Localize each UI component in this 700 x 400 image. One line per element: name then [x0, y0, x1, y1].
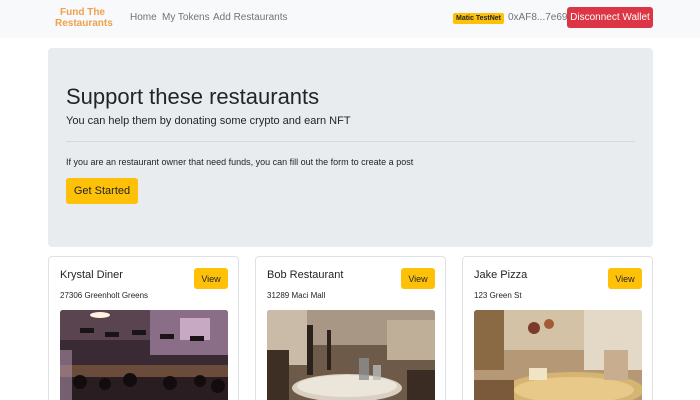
- network-badge: Matic TestNet: [453, 13, 504, 24]
- hero-note: If you are an restaurant owner that need…: [66, 157, 414, 167]
- restaurant-card: Jake Pizza View 123 Green St: [462, 256, 653, 400]
- navbar: Fund The Restaurants Home My Tokens Add …: [0, 0, 700, 38]
- restaurant-address: 27306 Greenholt Greens: [60, 291, 149, 300]
- restaurant-address: 123 Green St: [474, 291, 522, 300]
- view-button[interactable]: View: [608, 268, 642, 289]
- nav-link-add-restaurants[interactable]: Add Restaurants: [213, 12, 288, 23]
- view-button[interactable]: View: [194, 268, 228, 289]
- restaurant-name: Krystal Diner: [60, 269, 123, 281]
- get-started-button[interactable]: Get Started: [66, 178, 138, 204]
- restaurant-address: 31289 Maci Mall: [267, 291, 326, 300]
- wallet-address: 0xAF8...7e69f: [508, 12, 571, 23]
- hero-title: Support these restaurants: [66, 84, 320, 109]
- hero-jumbotron: Support these restaurants You can help t…: [48, 48, 653, 247]
- restaurant-name: Jake Pizza: [474, 269, 528, 281]
- nav-link-my-tokens[interactable]: My Tokens: [162, 12, 210, 23]
- restaurant-photo: [474, 310, 642, 400]
- view-button[interactable]: View: [401, 268, 435, 289]
- hero-lead: You can help them by donating some crypt…: [66, 115, 351, 127]
- nav-link-home[interactable]: Home: [130, 12, 157, 23]
- restaurant-name: Bob Restaurant: [267, 269, 344, 281]
- brand-logo[interactable]: Fund The Restaurants: [55, 7, 113, 29]
- restaurant-card: Krystal Diner View 27306 Greenholt Green…: [48, 256, 239, 400]
- restaurant-photo: [60, 310, 228, 400]
- hero-divider: [66, 141, 635, 142]
- restaurant-photo: [267, 310, 435, 400]
- disconnect-wallet-button[interactable]: Disconnect Wallet: [567, 7, 653, 28]
- restaurant-card: Bob Restaurant View 31289 Maci Mall: [255, 256, 446, 400]
